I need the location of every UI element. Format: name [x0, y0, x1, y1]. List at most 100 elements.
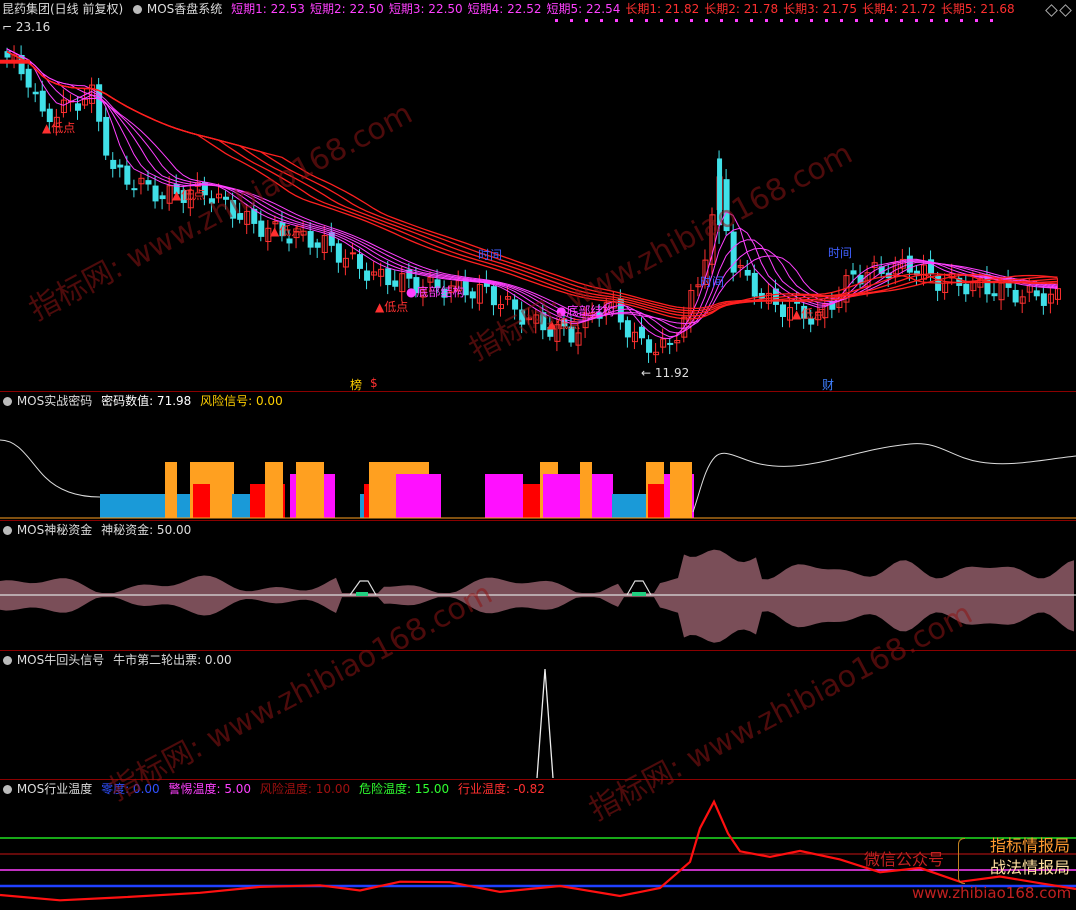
ma-dot [795, 19, 798, 22]
financial-marker: 财 [822, 378, 835, 392]
code-panel[interactable]: MOS实战密码 密码数值: 71.98 风险信号: 0.00 [0, 392, 1076, 521]
ma-dot [600, 19, 603, 22]
candle-body [385, 268, 392, 286]
candle-body [103, 116, 110, 156]
candle-body [751, 272, 758, 297]
ma-dot [780, 19, 783, 22]
candle-body [32, 91, 39, 95]
ma-dot [945, 19, 948, 22]
low-price-label: ← 11.92 [641, 366, 690, 380]
ma-dot [870, 19, 873, 22]
fund-signal-mark [632, 592, 646, 596]
candle-body [314, 242, 321, 248]
candle-body [744, 269, 751, 276]
indicator-toggle-icon[interactable] [3, 526, 12, 535]
candle-body [364, 270, 371, 281]
bang-marker: 榜 [350, 378, 363, 392]
cyan-signal-bar [232, 494, 252, 518]
candle-body [519, 309, 526, 325]
low-point-label: ▲低点 [42, 121, 76, 135]
candle-body [624, 320, 631, 338]
ma-value-label: 长期1: 21.82 [625, 2, 700, 16]
ma-value-label: 短期1: 22.53 [231, 2, 305, 16]
candle-body [780, 304, 786, 317]
ma-dot [735, 19, 738, 22]
risk-signal-value: 风险信号: 0.00 [200, 394, 283, 408]
ma-value-label: 长期5: 21.68 [940, 2, 1015, 16]
bottom-structure-label: ●底部结构 [556, 304, 615, 318]
price-chart-canvas[interactable] [0, 0, 1076, 392]
candle-body [490, 286, 497, 306]
candle-body [159, 195, 166, 200]
wechat-line2: 战法情报局 [989, 858, 1070, 877]
ma-dot [840, 19, 843, 22]
ma-dot [555, 19, 558, 22]
industry-temp-value: 行业温度: -0.82 [457, 782, 545, 796]
magenta-signal-bar [485, 474, 523, 518]
indicator-toggle-icon[interactable] [3, 656, 12, 665]
candle-body [850, 270, 857, 275]
indicator-toggle-icon[interactable] [133, 5, 143, 14]
code-chart-canvas[interactable] [0, 392, 1076, 521]
ma-value-label: 长期3: 21.75 [783, 2, 857, 16]
candle-body [75, 103, 81, 111]
orange-signal-bar [265, 462, 283, 518]
ma-dot [645, 19, 648, 22]
ma-dot-row [555, 19, 995, 23]
ma-value-label: 短期3: 22.50 [388, 2, 463, 16]
main-panel-header: 昆药集团(日线 前复权) MOS香盘系统 短期1: 22.53 短期2: 22.5… [0, 0, 1025, 18]
candle-body [152, 185, 159, 202]
ma-dot [585, 19, 588, 22]
ma-dot [900, 19, 903, 22]
cyan-signal-bar [178, 494, 190, 518]
candle-body [794, 301, 801, 304]
orange-signal-bar [670, 462, 692, 518]
bull-signal-spike [536, 668, 554, 779]
fund-signal-mark [356, 592, 368, 596]
fund-panel[interactable]: MOS神秘资金 神秘资金: 50.00 [0, 521, 1076, 651]
indicator-toggle-icon[interactable] [3, 397, 12, 406]
risk-temp-value: 风险温度: 10.00 [259, 782, 351, 796]
bull-panel[interactable]: MOS牛回头信号 牛市第二轮出票: 0.00 [0, 651, 1076, 780]
candle-body [991, 293, 998, 297]
fund-area [0, 549, 1074, 643]
ma-dot [975, 19, 978, 22]
candle-body [208, 198, 215, 204]
ma-dot [705, 19, 708, 22]
long-ma-line [6, 51, 1058, 320]
ma-dot [825, 19, 828, 22]
ma-band-start [0, 59, 30, 64]
ma-value-label: 长期2: 21.78 [704, 2, 779, 16]
code-value: 密码数值: 71.98 [101, 394, 192, 408]
main-price-panel[interactable]: 昆药集团(日线 前复权) MOS香盘系统 短期1: 22.53 短期2: 22.5… [0, 0, 1076, 392]
candle-body [1040, 293, 1047, 306]
wechat-box: 指标情报局 战法情报局 [990, 835, 1070, 879]
wechat-brace [958, 838, 965, 884]
candle-body [286, 238, 293, 244]
time-marker-label: 时间 [700, 275, 725, 289]
short-ma-line [6, 48, 1058, 338]
candle-body [646, 339, 653, 353]
ma-dot [570, 19, 573, 22]
ma-dot [960, 19, 963, 22]
ma-dot [765, 19, 768, 22]
indicator-toggle-icon[interactable] [3, 785, 12, 794]
candle-body [39, 90, 46, 112]
fund-panel-header: MOS神秘资金 神秘资金: 50.00 [0, 521, 196, 539]
time-marker-label: 时间 [478, 248, 503, 262]
ma-dot [660, 19, 663, 22]
fund-chart-canvas[interactable] [0, 521, 1076, 651]
ma-value-label: 长期4: 21.72 [861, 2, 936, 16]
magenta-signal-bar [543, 474, 613, 518]
candle-body [512, 299, 519, 310]
indicator-name: MOS行业温度 [16, 782, 93, 796]
candle-body [963, 283, 970, 295]
candle-body [145, 180, 152, 185]
low-point-label: ▲低点 [792, 307, 826, 321]
wechat-label: 微信公众号 [864, 850, 945, 869]
ma-dot [930, 19, 933, 22]
fund-value: 神秘资金: 50.00 [101, 523, 192, 537]
bull-chart-canvas[interactable] [0, 651, 1076, 780]
wechat-url: www.zhibiao168.com [912, 884, 1072, 902]
candle-body [1012, 289, 1019, 303]
